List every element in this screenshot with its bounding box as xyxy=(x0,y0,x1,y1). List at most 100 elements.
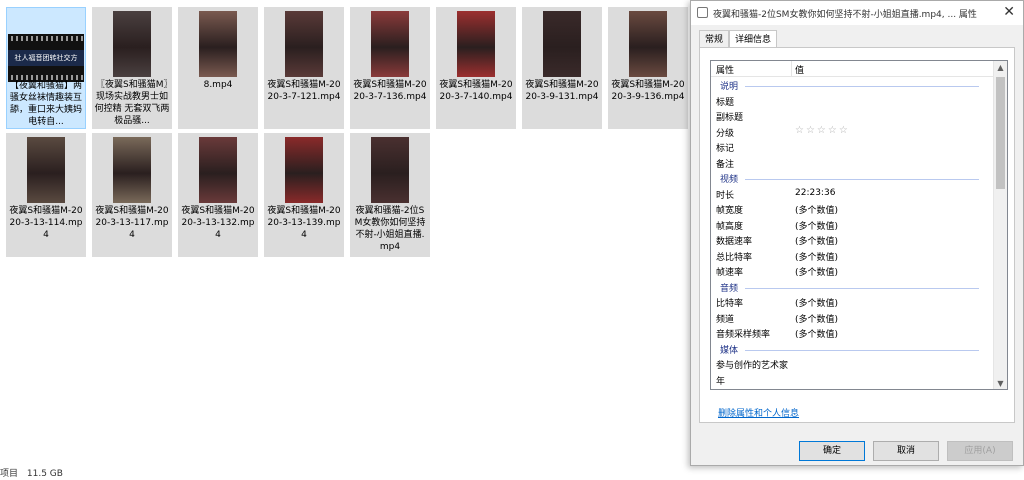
property-row[interactable]: 帧速率 (多个数值) xyxy=(711,264,995,280)
property-name: 帧宽度 xyxy=(716,206,744,216)
remove-properties-link[interactable]: 删除属性和个人信息 xyxy=(718,406,799,419)
file-name: 〖夜翼S和骚猫M〗现场实战教男士如何控精 无套双飞两极品骚... xyxy=(94,80,170,126)
property-group-header[interactable]: 音频 xyxy=(711,280,995,296)
video-thumbnail xyxy=(113,137,151,203)
property-group-header[interactable]: 媒体 xyxy=(711,342,995,358)
file-tile[interactable]: 夜翼S和骚猫M-2020-3-9-136.mp4 xyxy=(608,7,688,129)
file-tile[interactable]: 8.mp4 xyxy=(178,7,258,129)
file-tile[interactable]: 社人福音团转社交方 【夜翼和骚猫】两骚女丝袜情趣装互舔，重口来大姨妈电转自... xyxy=(6,7,86,129)
property-value: (多个数值) xyxy=(795,206,839,216)
property-name: 副标题 xyxy=(716,113,744,123)
file-name: 8.mp4 xyxy=(203,80,233,90)
property-group-header[interactable]: 视频 xyxy=(711,171,995,187)
file-tile[interactable]: 夜翼S和骚猫M-2020-3-9-131.mp4 xyxy=(522,7,602,129)
property-row[interactable]: 比特率 (多个数值) xyxy=(711,295,995,311)
file-name: 夜翼S和骚猫M-2020-3-13-139.mp4 xyxy=(267,206,341,240)
property-row[interactable]: 标记 xyxy=(711,140,995,156)
status-total-size: 11.5 GB xyxy=(26,469,63,479)
group-divider xyxy=(745,86,979,87)
property-name: 频道 xyxy=(716,314,735,325)
group-name: 视频 xyxy=(720,175,739,185)
property-value: (多个数值) xyxy=(795,314,839,325)
file-name: 夜翼S和骚猫M-2020-3-9-131.mp4 xyxy=(525,80,599,102)
file-tile[interactable]: 夜翼S和骚猫M-2020-3-7-136.mp4 xyxy=(350,7,430,129)
column-header-property[interactable]: 属性 xyxy=(716,63,734,76)
column-header-value[interactable]: 值 xyxy=(795,63,804,76)
property-row[interactable]: 时长 22:23:36 xyxy=(711,187,995,203)
property-name: 帧高度 xyxy=(716,221,744,232)
desktop-window: 社人福音团转社交方 【夜翼和骚猫】两骚女丝袜情趣装互舔，重口来大姨妈电转自... 〖… xyxy=(0,0,1024,480)
file-tile[interactable]: 夜翼和骚猫-2位SM女教你如何坚持不射-小姐姐直播.mp4 xyxy=(350,133,430,257)
property-name: 总比特率 xyxy=(716,252,753,263)
property-value: (多个数值) xyxy=(795,268,839,278)
file-name: 夜翼S和骚猫M-2020-3-7-121.mp4 xyxy=(267,80,341,102)
group-name: 说明 xyxy=(720,82,739,92)
property-list-header: 属性 值 xyxy=(711,61,995,77)
scroll-up-icon[interactable]: ▲ xyxy=(994,61,1007,75)
group-divider xyxy=(745,287,979,289)
property-value: (多个数值) xyxy=(795,252,839,263)
property-name: 音频采样频率 xyxy=(716,330,771,340)
apply-button[interactable]: 应用(A) xyxy=(947,441,1013,461)
property-row[interactable]: 频道 (多个数值) xyxy=(711,311,995,327)
ok-button[interactable]: 确定 xyxy=(799,441,865,461)
property-value: (多个数值) xyxy=(795,221,839,232)
file-tile[interactable]: 夜翼S和骚猫M-2020-3-13-114.mp4 xyxy=(6,133,86,257)
property-row[interactable]: 备注 xyxy=(711,156,995,172)
property-row[interactable]: 标题 xyxy=(711,94,995,110)
thumbnail-caption: 社人福音团转社交方 xyxy=(8,50,84,66)
video-thumbnail xyxy=(199,11,237,77)
property-value: (多个数值) xyxy=(795,299,839,309)
file-tile[interactable]: 夜翼S和骚猫M-2020-3-7-140.mp4 xyxy=(436,7,516,129)
property-row[interactable]: 数据速率 (多个数值) xyxy=(711,233,995,249)
scrollbar-thumb[interactable] xyxy=(996,77,1005,189)
file-tile[interactable]: 夜翼S和骚猫M-2020-3-13-117.mp4 xyxy=(92,133,172,257)
column-separator[interactable] xyxy=(791,61,792,77)
file-tile[interactable]: 夜翼S和骚猫M-2020-3-7-121.mp4 xyxy=(264,7,344,129)
group-divider xyxy=(745,179,979,180)
property-list[interactable]: 属性 值 说明标题副标题分级 ☆☆☆☆☆ 标记 备注视频时长 22:23:36 帧宽度 (多… xyxy=(710,60,1008,390)
cancel-button[interactable]: 取消 xyxy=(873,441,939,461)
properties-dialog: 夜翼和骚猫-2位SM女教你如何坚持不射-小姐姐直播.mp4, ... 属性 ✕ … xyxy=(690,0,1024,466)
property-value: 22:23:36 xyxy=(795,187,836,198)
vertical-scrollbar[interactable]: ▲ ▼ xyxy=(993,61,1007,389)
file-name: 夜翼S和骚猫M-2020-3-9-136.mp4 xyxy=(611,80,685,102)
file-tile[interactable]: 夜翼S和骚猫M-2020-3-13-132.mp4 xyxy=(178,133,258,257)
property-row[interactable]: 总比特率 (多个数值) xyxy=(711,249,995,265)
property-name: 帧速率 xyxy=(716,268,744,278)
scroll-down-icon[interactable]: ▼ xyxy=(994,377,1007,389)
video-thumbnail xyxy=(371,11,409,77)
property-row[interactable]: 参与创作的艺术家 xyxy=(711,357,995,373)
video-thumbnail xyxy=(27,137,65,203)
video-thumbnail xyxy=(113,11,151,77)
video-thumbnail xyxy=(371,137,409,203)
file-tile[interactable]: 夜翼S和骚猫M-2020-3-13-139.mp4 xyxy=(264,133,344,257)
property-row[interactable]: 副标题 xyxy=(711,109,995,125)
dialog-title: 夜翼和骚猫-2位SM女教你如何坚持不射-小姐姐直播.mp4, ... 属性 xyxy=(713,10,977,20)
property-value: (多个数值) xyxy=(795,237,839,247)
property-name: 年 xyxy=(716,376,726,387)
property-row[interactable]: 年 xyxy=(711,373,995,389)
file-name: 夜翼S和骚猫M-2020-3-13-114.mp4 xyxy=(9,206,83,240)
property-row[interactable]: 分级 ☆☆☆☆☆ xyxy=(711,125,995,141)
video-thumbnail xyxy=(629,11,667,77)
group-name: 媒体 xyxy=(720,345,739,356)
property-rows: 说明 标题 副标题 分级 ☆☆☆☆☆ 标记 备注 视频 时长 22:23:36 帧宽度 (多个数值) 帧… xyxy=(711,78,995,388)
file-name: 夜翼S和骚猫M-2020-3-13-117.mp4 xyxy=(95,206,169,240)
property-row[interactable]: 帧高度 (多个数值) xyxy=(711,218,995,234)
tab-general[interactable]: 常规 xyxy=(699,30,729,48)
property-row[interactable]: 音频采样频率 (多个数值) xyxy=(711,326,995,342)
close-icon[interactable]: ✕ xyxy=(1003,4,1015,20)
property-name: 参与创作的艺术家 xyxy=(716,361,789,371)
property-group-header[interactable]: 说明 xyxy=(711,78,995,94)
property-row[interactable]: 帧宽度 (多个数值) xyxy=(711,202,995,218)
dialog-titlebar[interactable]: 夜翼和骚猫-2位SM女教你如何坚持不射-小姐姐直播.mp4, ... 属性 ✕ xyxy=(691,1,1023,25)
video-thumbnail xyxy=(543,11,581,77)
video-thumbnail: 社人福音团转社交方 xyxy=(8,34,84,82)
file-tile[interactable]: 〖夜翼S和骚猫M〗现场实战教男士如何控精 无套双飞两极品骚... xyxy=(92,7,172,129)
video-thumbnail xyxy=(285,11,323,77)
file-name: 夜翼S和骚猫M-2020-3-13-132.mp4 xyxy=(181,206,255,240)
property-value: (多个数值) xyxy=(795,330,839,340)
rating-stars-icon[interactable]: ☆☆☆☆☆ xyxy=(795,125,850,136)
tab-details[interactable]: 详细信息 xyxy=(729,30,777,48)
